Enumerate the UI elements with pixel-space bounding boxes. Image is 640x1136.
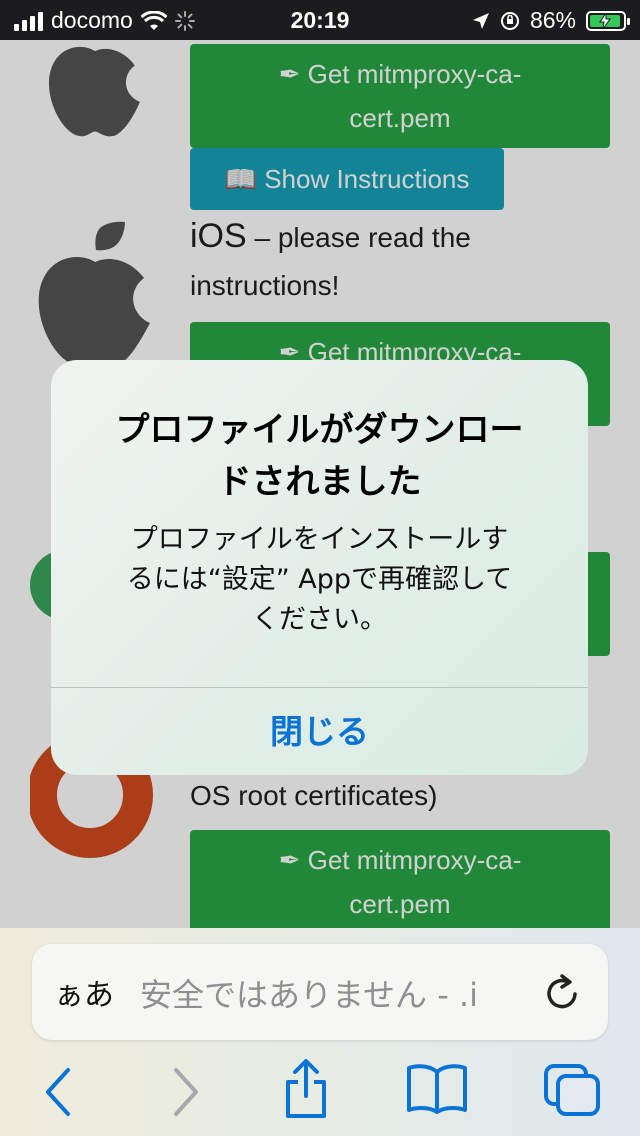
back-icon[interactable] (40, 1066, 76, 1118)
share-icon[interactable] (282, 1058, 330, 1120)
address-text[interactable]: 安全ではありません - .i (140, 970, 540, 1016)
location-arrow-icon (472, 12, 489, 29)
forward-icon[interactable] (168, 1066, 204, 1118)
status-right: 86% (472, 7, 630, 34)
reload-icon[interactable] (540, 970, 586, 1016)
alert-title: プロファイルがダウンロー ドされました (115, 410, 524, 502)
bookmarks-icon[interactable] (406, 1062, 468, 1114)
address-bar[interactable]: ぁあ 安全ではありません - .i (32, 944, 608, 1040)
battery-icon (586, 10, 630, 31)
close-button[interactable]: 閉じる (51, 688, 588, 775)
status-bar: docomo 20:19 86% (0, 0, 640, 40)
safari-toolbar: ぁあ 安全ではありません - .i (0, 928, 640, 1136)
tabs-icon[interactable] (542, 1062, 602, 1118)
orientation-lock-icon (500, 11, 519, 30)
text-size-button[interactable]: ぁあ (54, 970, 114, 1014)
profile-downloaded-alert: プロファイルがダウンロー ドされました プロファイルをインストールす るには“設… (51, 360, 588, 775)
battery-percent: 86% (529, 7, 576, 33)
alert-message: プロファイルをインストールす るには“設定” Appで再確認して ください。 (126, 524, 513, 635)
